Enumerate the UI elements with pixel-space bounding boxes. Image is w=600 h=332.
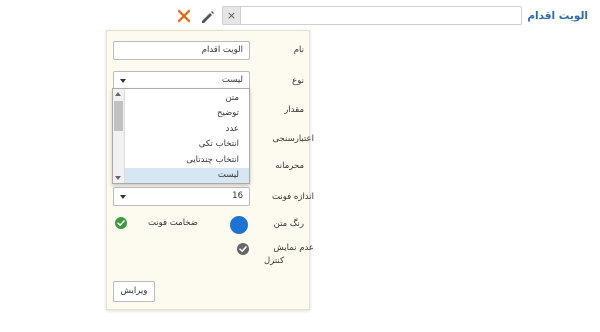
scroll-down-icon[interactable] [115, 176, 121, 180]
chevron-down-icon [120, 195, 126, 199]
type-label: نوع [292, 76, 304, 86]
font-bold-label: ضخامت فونت [147, 218, 198, 228]
option-item[interactable]: متن [125, 91, 249, 106]
name-label: نام [293, 45, 304, 55]
clear-button[interactable]: × [222, 6, 241, 25]
hide-control-label-2: کنترل [263, 256, 284, 266]
check-circle-icon[interactable] [115, 217, 127, 229]
hide-control-label: عدم نمایش [273, 243, 314, 253]
color-swatch[interactable] [230, 216, 248, 234]
close-icon[interactable] [177, 9, 191, 23]
scrollbar[interactable] [113, 89, 125, 183]
font-size-value: 16 [232, 191, 243, 201]
text-color-label: رنگ متن [273, 219, 304, 229]
check-circle-icon[interactable] [237, 243, 249, 255]
type-options-list[interactable]: متن توضیح عدد انتخاب تکی انتخاب چندتایی … [112, 88, 250, 184]
font-size-label: اندازه فونت [272, 192, 314, 202]
option-item[interactable]: انتخاب چندتایی [125, 153, 249, 168]
name-field-value: الویت اقدام [201, 45, 243, 55]
edit-button[interactable]: ویرایش [113, 281, 155, 302]
chevron-down-icon [120, 79, 126, 83]
option-item[interactable]: توضیح [125, 106, 249, 121]
option-item[interactable]: انتخاب تکی [125, 137, 249, 152]
option-item-selected[interactable]: لیست [125, 168, 249, 183]
pencil-icon[interactable] [200, 9, 216, 25]
name-field[interactable]: الویت اقدام [113, 41, 250, 60]
page-title: الویت اقدام [527, 10, 588, 22]
value-label: مقدار [284, 105, 304, 115]
option-item[interactable]: عدد [125, 122, 249, 137]
scroll-thumb[interactable] [114, 101, 123, 131]
scroll-up-icon[interactable] [115, 92, 121, 96]
validation-label: اعتبارسنجی [272, 134, 314, 144]
confidential-label: محرمانه [275, 161, 304, 171]
type-select-value: لیست [221, 75, 243, 85]
font-size-select[interactable]: 16 [113, 187, 250, 206]
top-select[interactable] [222, 6, 522, 25]
